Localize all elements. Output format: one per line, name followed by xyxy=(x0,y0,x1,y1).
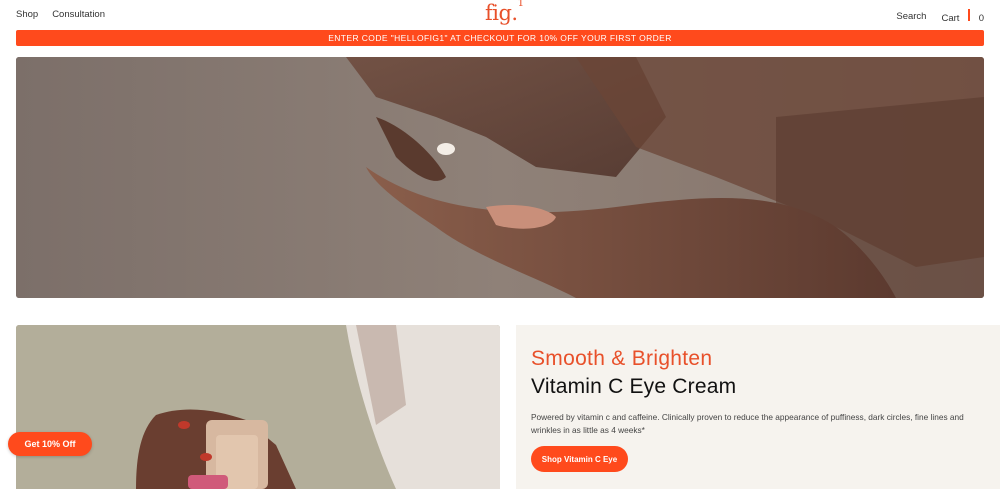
shop-vitamin-c-eye-button[interactable]: Shop Vitamin C Eye xyxy=(531,446,628,472)
cart-link[interactable]: Cart 0 xyxy=(941,9,984,24)
product-title: Vitamin C Eye Cream xyxy=(531,375,737,398)
product-illustration xyxy=(16,325,500,489)
cart-count: 0 xyxy=(978,13,984,24)
cart-divider xyxy=(968,9,971,21)
nav-consultation-link[interactable]: Consultation xyxy=(52,9,105,20)
product-kicker: Smooth & Brighten xyxy=(531,347,713,370)
product-description: Powered by vitamin c and caffeine. Clini… xyxy=(531,412,964,435)
product-image xyxy=(16,325,500,489)
get-offer-button[interactable]: Get 10% Off xyxy=(8,432,92,456)
promo-text: ENTER CODE "HELLOFIG1" AT CHECKOUT FOR 1… xyxy=(328,33,672,43)
promo-banner: ENTER CODE "HELLOFIG1" AT CHECKOUT FOR 1… xyxy=(16,30,984,46)
logo-text: fig. xyxy=(485,1,518,25)
site-header: Shop Consultation fig.1 Search Cart 0 xyxy=(0,0,1000,28)
hero-illustration xyxy=(16,57,984,298)
brand-logo[interactable]: fig.1 xyxy=(485,0,524,25)
hero-image xyxy=(16,57,984,298)
primary-nav: Shop Consultation xyxy=(16,9,105,20)
product-panel: Smooth & Brighten Vitamin C Eye Cream Po… xyxy=(516,325,1000,489)
logo-superscript: 1 xyxy=(517,0,524,9)
utility-nav: Search Cart 0 xyxy=(896,9,984,24)
cart-label: Cart xyxy=(941,13,960,24)
nav-shop-link[interactable]: Shop xyxy=(16,9,38,20)
search-link[interactable]: Search xyxy=(896,11,926,22)
